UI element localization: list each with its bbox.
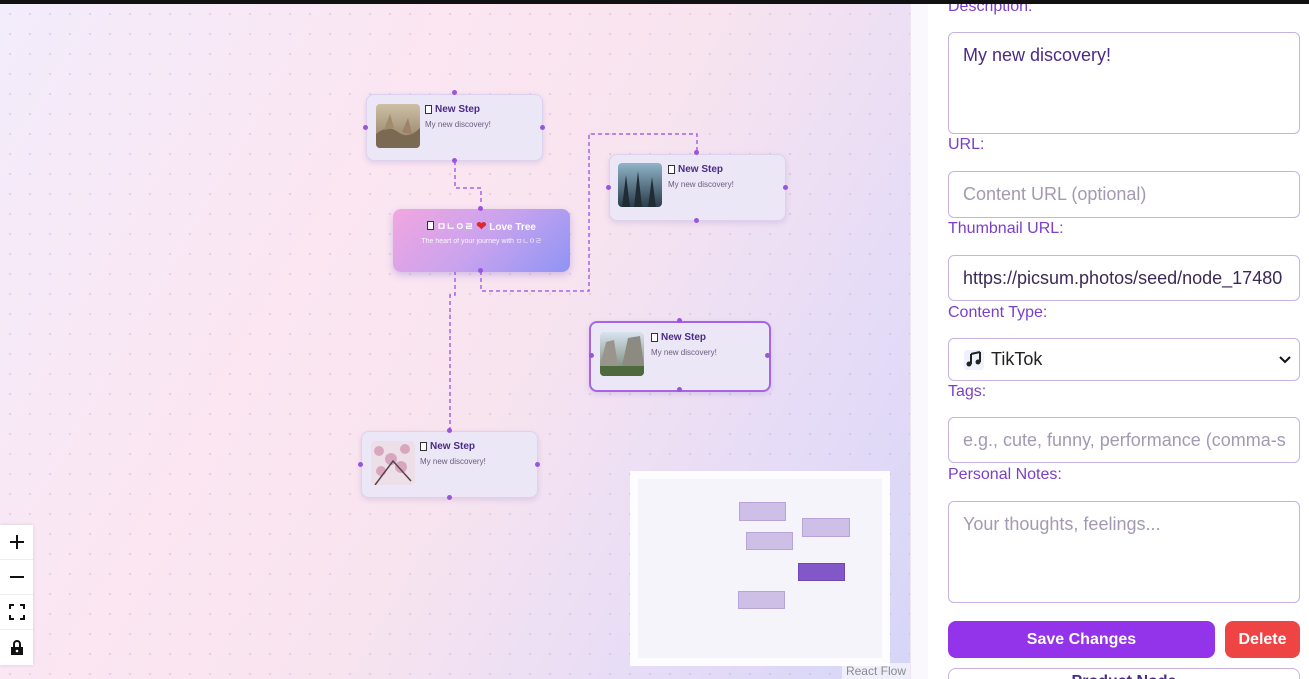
zoom-out-button[interactable] (0, 560, 33, 595)
minimap-node-selected (798, 563, 845, 581)
url-label: URL: (948, 136, 985, 153)
node-description: My new discovery! (651, 348, 717, 357)
panel-divider (910, 4, 929, 679)
description-textarea[interactable]: My new discovery! (948, 32, 1300, 134)
musical-notes-icon (964, 349, 984, 370)
node-handle[interactable] (765, 353, 770, 358)
document-icon (420, 442, 427, 451)
flow-node[interactable]: New Step My new discovery! (361, 431, 538, 498)
document-icon (427, 221, 435, 230)
plus-icon (9, 535, 24, 549)
edge-root-n4 (449, 271, 456, 431)
node-handle[interactable] (694, 150, 699, 155)
content-type-label: Content Type: (948, 304, 1048, 321)
edge-root-n1 (454, 161, 482, 205)
node-thumbnail (376, 104, 420, 148)
root-node-description: The heart of your journey with ㅁㄴㅇㄹ (421, 238, 542, 245)
node-title: New Step (651, 332, 706, 343)
document-icon (651, 333, 658, 342)
node-thumbnail (600, 332, 644, 376)
delete-button[interactable]: Delete (1225, 621, 1300, 658)
tags-label: Tags: (948, 383, 987, 400)
root-node[interactable]: ㅁㄴㅇㄹ ❤ Love Tree The heart of your journ… (393, 209, 570, 272)
node-title: New Step (668, 164, 723, 175)
node-handle[interactable] (358, 462, 363, 467)
content-type-select[interactable]: TikTok (948, 338, 1300, 381)
fit-view-icon (8, 604, 25, 620)
node-handle[interactable] (606, 185, 611, 190)
content-type-value: TikTok (991, 349, 1043, 369)
root-title-suffix: Love Tree (489, 222, 536, 233)
node-editor-panel: Description: My new discovery! URL: Cont… (928, 4, 1309, 679)
toggle-interactivity-button[interactable] (0, 630, 33, 665)
node-handle[interactable] (363, 125, 368, 130)
zoom-in-button[interactable] (0, 525, 33, 560)
window-top-border (0, 0, 1309, 4)
product-node-button[interactable]: Product Node (948, 668, 1300, 679)
node-thumbnail (371, 441, 415, 485)
node-handle[interactable] (447, 428, 452, 433)
node-title: New Step (425, 104, 480, 115)
node-handle[interactable] (478, 206, 483, 211)
flow-canvas[interactable]: New Step My new discovery! New Step My n… (0, 4, 910, 679)
flow-node[interactable]: New Step My new discovery! (366, 94, 543, 161)
node-handle[interactable] (447, 495, 452, 500)
minimap[interactable] (630, 471, 890, 666)
flow-node[interactable]: New Step My new discovery! (609, 154, 786, 221)
minimap-node (739, 502, 786, 521)
minus-icon (9, 576, 24, 578)
description-label: Description: (948, 4, 1033, 15)
node-handle[interactable] (478, 268, 483, 273)
node-title-text: New Step (678, 164, 724, 175)
node-description: My new discovery! (420, 457, 486, 466)
save-changes-button[interactable]: Save Changes (948, 621, 1215, 658)
node-thumbnail (618, 163, 662, 207)
tags-input[interactable]: e.g., cute, funny, performance (comma-s (948, 417, 1300, 463)
document-icon (425, 105, 432, 114)
lock-icon (10, 639, 23, 655)
heart-icon: ❤ (476, 219, 487, 233)
node-description: My new discovery! (668, 180, 734, 189)
url-input[interactable]: Content URL (optional) (948, 171, 1300, 218)
node-handle[interactable] (677, 318, 682, 323)
personal-notes-label: Personal Notes: (948, 466, 1062, 483)
node-handle[interactable] (540, 125, 545, 130)
node-title: New Step (420, 441, 475, 452)
react-flow-attribution[interactable]: React Flow (841, 663, 910, 679)
flow-node-selected[interactable]: New Step My new discovery! (589, 321, 771, 392)
node-description: My new discovery! (425, 120, 491, 129)
node-handle[interactable] (677, 387, 682, 392)
minimap-node (738, 591, 785, 609)
minimap-node (746, 532, 793, 550)
node-handle[interactable] (452, 90, 457, 95)
thumbnail-url-input[interactable]: https://picsum.photos/seed/node_17480 (948, 255, 1300, 301)
node-handle[interactable] (535, 462, 540, 467)
node-handle[interactable] (589, 353, 594, 358)
root-title-name: ㅁㄴㅇㄹ (436, 222, 474, 233)
root-node-title: ㅁㄴㅇㄹ ❤ Love Tree (393, 218, 570, 233)
node-handle[interactable] (694, 218, 699, 223)
personal-notes-textarea[interactable]: Your thoughts, feelings... (948, 501, 1300, 603)
node-handle[interactable] (452, 158, 457, 163)
thumbnail-url-label: Thumbnail URL: (948, 220, 1064, 237)
node-title-text: New Step (435, 104, 481, 115)
node-handle[interactable] (783, 185, 788, 190)
node-title-text: New Step (430, 441, 476, 452)
minimap-node (802, 518, 850, 537)
chevron-down-icon (1279, 355, 1291, 363)
document-icon (668, 165, 675, 174)
flow-controls (0, 525, 33, 665)
fit-view-button[interactable] (0, 595, 33, 630)
node-title-text: New Step (661, 332, 707, 343)
